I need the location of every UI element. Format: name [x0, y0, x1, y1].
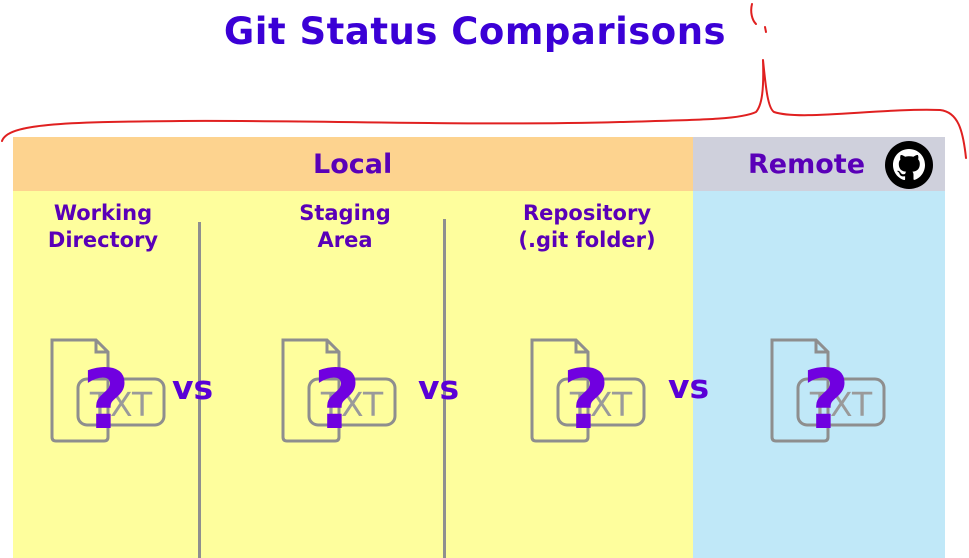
- txt-file-icon: TXT ?: [50, 338, 166, 445]
- txt-file-icon: TXT ?: [530, 338, 646, 445]
- area-label-repository: Repository (.git folder): [518, 201, 656, 252]
- remote-header: Remote: [693, 137, 945, 191]
- txt-file-icon: TXT ?: [281, 338, 397, 445]
- question-mark: ?: [562, 353, 610, 445]
- txt-file-icon: TXT ?: [770, 338, 886, 445]
- question-mark: ?: [313, 353, 361, 445]
- slide-canvas: Git Status Comparisons Local Remote Work…: [0, 0, 969, 558]
- github-icon: [885, 141, 933, 189]
- question-mark: ?: [82, 353, 130, 445]
- vs-label: vs: [172, 368, 214, 407]
- local-header: Local: [13, 137, 693, 191]
- area-label-staging-area: Staging Area: [299, 201, 391, 252]
- page-title: Git Status Comparisons: [223, 10, 727, 53]
- remote-header-label: Remote: [748, 149, 866, 180]
- vs-label: vs: [418, 368, 460, 407]
- local-header-label: Local: [313, 149, 393, 180]
- vs-label: vs: [668, 367, 710, 406]
- question-mark: ?: [802, 353, 850, 445]
- area-label-working-directory: Working Directory: [47, 201, 159, 252]
